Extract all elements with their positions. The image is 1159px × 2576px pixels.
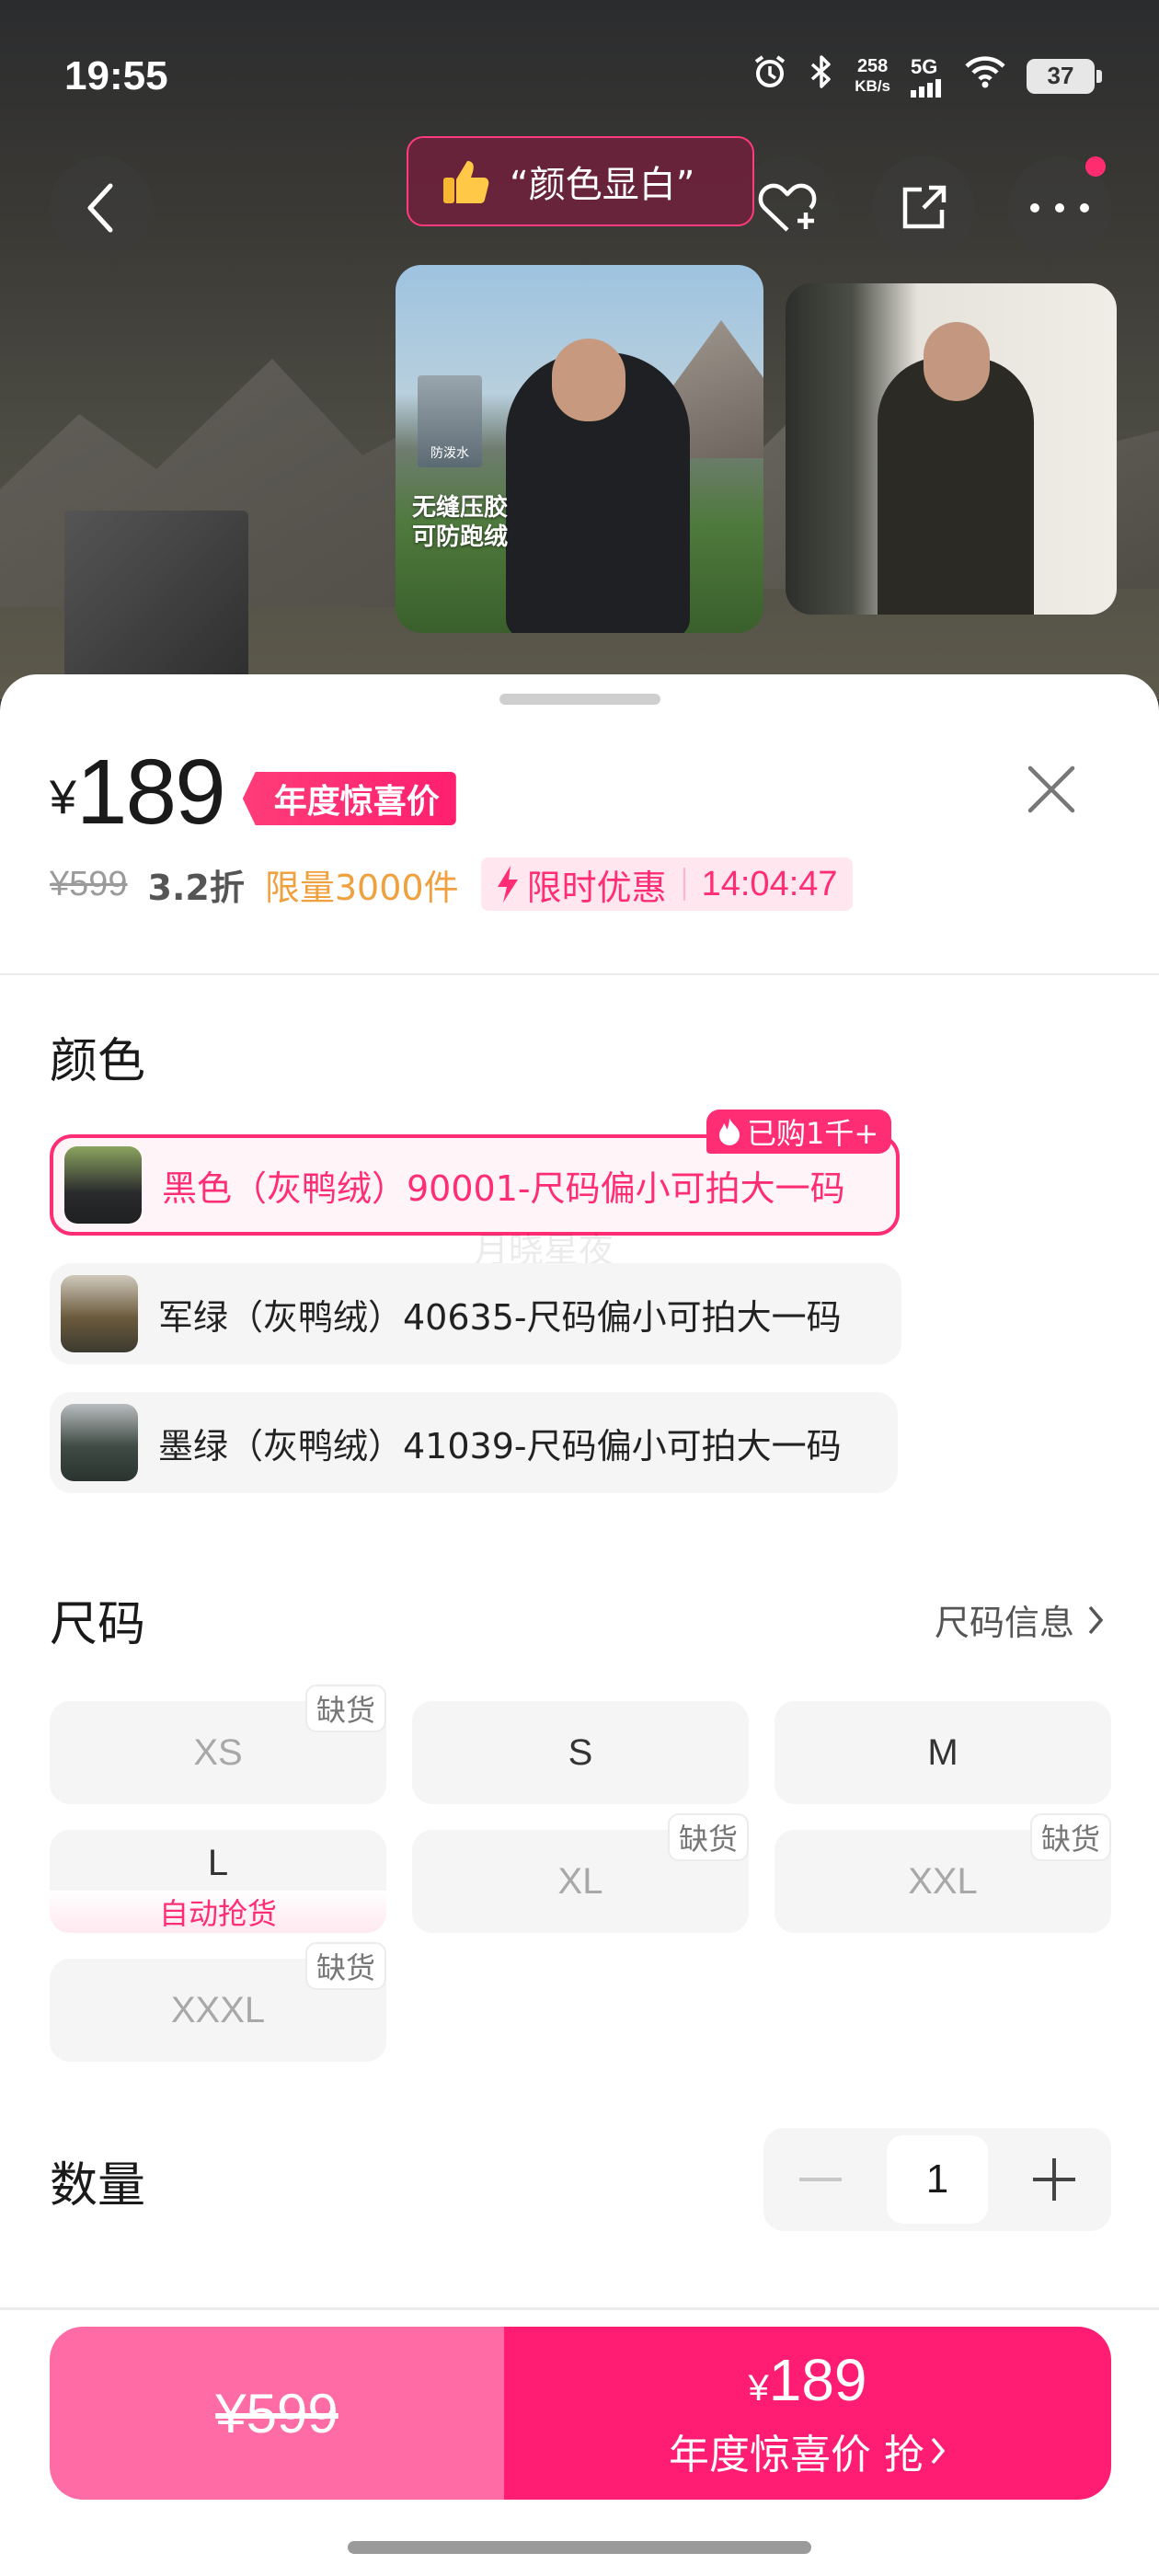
chevron-right-icon — [1088, 1605, 1104, 1634]
color-section-title: 颜色 — [50, 1034, 146, 1089]
product-photo[interactable] — [786, 283, 1117, 615]
price-amount: 189 — [75, 741, 226, 844]
bluetooth-icon — [809, 53, 834, 98]
size-option-xxl[interactable]: XXL 缺货 — [775, 1813, 1111, 1933]
size-section-title: 尺码 — [50, 1597, 146, 1652]
color-option-dark-green[interactable]: 墨绿（灰鸭绒）41039-尺码偏小可拍大一码 — [50, 1392, 898, 1493]
quantity-input[interactable]: 1 — [887, 2135, 988, 2224]
lightning-icon — [497, 866, 518, 903]
size-option-xl[interactable]: XL 缺货 — [412, 1813, 749, 1933]
countdown-timer: 14:04:47 — [701, 864, 838, 903]
size-option-l[interactable]: L 自动抢货 — [50, 1830, 386, 1933]
increase-button[interactable] — [1017, 2143, 1091, 2216]
quantity-stepper: 1 — [763, 2128, 1111, 2231]
quantity-section-title: 数量 — [50, 2158, 146, 2214]
notification-dot — [1085, 156, 1106, 177]
close-icon — [1027, 765, 1075, 813]
sheet-grabber[interactable] — [499, 694, 660, 705]
model-head — [924, 322, 990, 401]
color-option-label: 军绿（灰鸭绒）40635-尺码偏小可拍大一码 — [158, 1296, 842, 1338]
color-thumbnail — [61, 1275, 138, 1352]
original-price-button[interactable]: ¥599 — [50, 2327, 504, 2500]
out-of-stock-tag: 缺货 — [667, 1813, 749, 1861]
home-indicator[interactable] — [348, 2541, 811, 2554]
signal-icon: 5G — [911, 55, 944, 98]
price-row: ¥ 189 年度惊喜价 — [50, 746, 456, 838]
back-button[interactable] — [50, 156, 153, 259]
size-info-link[interactable]: 尺码信息 — [935, 1594, 1104, 1645]
flash-separator — [683, 868, 685, 901]
size-option-s[interactable]: S — [412, 1701, 749, 1804]
size-option-xs[interactable]: XS 缺货 — [50, 1685, 386, 1804]
heart-add-icon — [758, 183, 817, 232]
buy-bar: ¥599 ¥189 年度惊喜价 抢 — [50, 2327, 1111, 2500]
color-option-label: 黑色（灰鸭绒）90001-尺码偏小可拍大一码 — [162, 1167, 845, 1209]
share-icon — [902, 185, 947, 229]
color-thumbnail — [61, 1404, 138, 1481]
price-tag-badge: 年度惊喜价 — [242, 772, 456, 825]
thumbs-up-icon — [440, 155, 491, 207]
review-tag-chip[interactable]: “颜色显白” — [407, 136, 754, 226]
plus-icon — [1033, 2158, 1075, 2201]
divider — [0, 2307, 1159, 2310]
out-of-stock-tag: 缺货 — [304, 1942, 386, 1990]
buy-action-label: 年度惊喜价 抢 — [669, 2421, 947, 2480]
close-button[interactable] — [1019, 757, 1084, 822]
product-photo[interactable]: 防泼水 无缝压胶 可防跑绒 — [396, 265, 763, 633]
color-thumbnail — [64, 1146, 142, 1224]
size-option-m[interactable]: M — [775, 1701, 1111, 1804]
auto-grab-label: 自动抢货 — [50, 1891, 386, 1933]
wifi-icon — [964, 55, 1006, 97]
net-speed: 258 KB/s — [855, 55, 890, 95]
flash-sale-label: 限时优惠 — [526, 867, 667, 908]
color-option-label: 墨绿（灰鸭绒）41039-尺码偏小可拍大一码 — [158, 1425, 842, 1466]
fabric-image — [64, 511, 248, 695]
color-option-army-green[interactable]: 军绿（灰鸭绒）40635-尺码偏小可拍大一码 — [50, 1263, 901, 1364]
alarm-icon — [752, 53, 788, 98]
minus-icon — [799, 2178, 842, 2181]
sku-selection-sheet: ¥ 189 年度惊喜价 ¥599 3.2折 限量3000件 限时优惠 14:04… — [0, 674, 1159, 2576]
divider — [0, 973, 1159, 975]
status-time: 19:55 — [64, 53, 168, 98]
flash-sale-badge: 限时优惠 14:04:47 — [480, 857, 853, 911]
waterproof-badge: 防泼水 — [418, 375, 482, 467]
decrease-button[interactable] — [784, 2143, 857, 2216]
out-of-stock-tag: 缺货 — [304, 1685, 386, 1732]
price-sub-row: ¥599 3.2折 限量3000件 限时优惠 14:04:47 — [50, 857, 853, 912]
limited-quantity: 限量3000件 — [264, 867, 459, 908]
flame-icon — [719, 1118, 740, 1145]
out-of-stock-tag: 缺货 — [1029, 1813, 1111, 1861]
buy-now-button[interactable]: ¥189 年度惊喜价 抢 — [504, 2327, 1111, 2500]
share-button[interactable] — [872, 156, 975, 259]
photo-caption: 无缝压胶 可防跑绒 — [412, 494, 509, 551]
discount-rate: 3.2折 — [147, 867, 245, 908]
back-icon — [87, 183, 113, 233]
price-currency: ¥ — [50, 771, 76, 824]
status-bar: 19:55 258 KB/s 5G 37 — [0, 0, 1159, 138]
review-tag-text: “颜色显白” — [510, 164, 695, 206]
more-icon — [1030, 203, 1089, 213]
size-option-xxxl[interactable]: XXXL 缺货 — [50, 1942, 386, 2062]
original-price: ¥599 — [50, 864, 128, 903]
battery-icon: 37 — [1027, 58, 1102, 94]
status-icons: 258 KB/s 5G 37 — [752, 53, 1102, 98]
model-head — [552, 339, 625, 421]
chevron-right-icon — [931, 2437, 946, 2464]
bought-count-badge: 已购1千+ — [706, 1110, 892, 1154]
buy-price: ¥189 — [748, 2346, 867, 2413]
